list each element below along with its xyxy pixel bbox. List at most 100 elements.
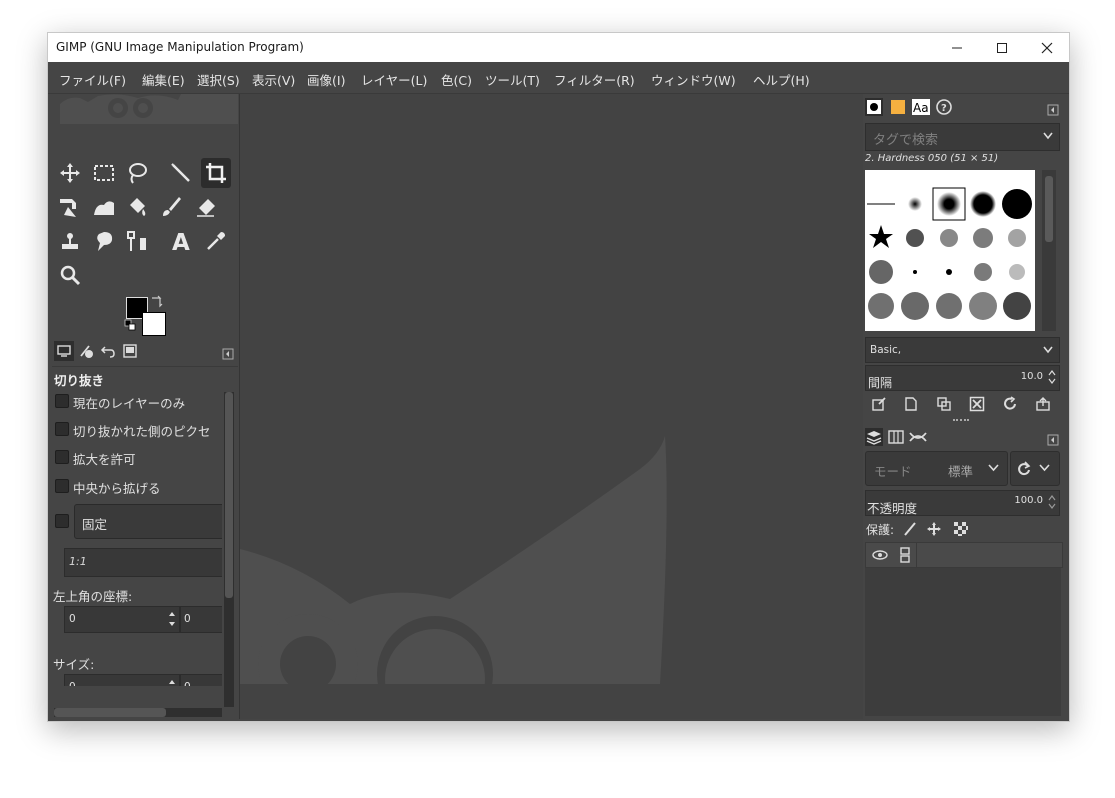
fuzzy-select-tool[interactable] xyxy=(166,158,196,188)
crop-tool[interactable] xyxy=(201,158,231,188)
menu-filters[interactable]: フィルター(R) xyxy=(554,70,635,89)
new-brush-button[interactable] xyxy=(900,393,922,415)
default-colors-icon[interactable] xyxy=(124,319,136,331)
pane-resize-handle[interactable] xyxy=(953,419,969,423)
menu-tools[interactable]: ツール(T) xyxy=(485,70,540,89)
size-width-value: 0 xyxy=(69,681,76,686)
menu-view[interactable]: 表示(V) xyxy=(252,70,295,89)
brush-tab-menu-button[interactable] xyxy=(1047,101,1059,120)
menu-layer[interactable]: レイヤー(L) xyxy=(361,70,427,89)
title-bar[interactable]: GIMP (GNU Image Manipulation Program) xyxy=(48,33,1069,62)
tool-options-vscrollbar[interactable] xyxy=(224,392,234,707)
lasso-tool[interactable] xyxy=(122,158,152,188)
checkbox-allow-grow[interactable] xyxy=(55,450,69,464)
brush-scroll-thumb[interactable] xyxy=(1045,176,1053,242)
swap-colors-icon[interactable] xyxy=(150,294,164,308)
lock-pixels-icon[interactable] xyxy=(902,521,918,537)
position-x-input[interactable]: 0 xyxy=(64,606,180,633)
fixed-mode-dropdown[interactable]: 固定 xyxy=(74,504,222,539)
color-picker-tool[interactable] xyxy=(201,226,231,256)
edit-brush-button[interactable] xyxy=(868,393,890,415)
aspect-ratio-input[interactable]: 1:1 xyxy=(64,548,222,577)
aspect-ratio-value: 1:1 xyxy=(69,555,87,568)
tag-search-input[interactable]: タグで検索 xyxy=(865,123,1060,151)
checkbox-delete-cropped[interactable] xyxy=(55,422,69,436)
menu-edit[interactable]: 編集(E) xyxy=(142,70,185,89)
duplicate-brush-button[interactable] xyxy=(933,393,955,415)
chain-link-icon[interactable] xyxy=(899,547,911,563)
tab-undo-history[interactable] xyxy=(98,341,118,361)
eraser-tool[interactable] xyxy=(191,192,221,222)
spacing-spinner-icon[interactable] xyxy=(1047,367,1057,387)
size-height-input[interactable]: 0 xyxy=(180,674,222,686)
brush-spacing-slider[interactable]: 間隔 10.0 xyxy=(865,365,1060,391)
lock-row: 保護: xyxy=(865,519,1061,539)
refresh-brushes-button[interactable] xyxy=(999,393,1021,415)
checkbox-current-layer-only[interactable] xyxy=(55,394,69,408)
size-width-input[interactable]: 0 xyxy=(64,674,180,686)
tab-channels[interactable] xyxy=(887,428,905,446)
delete-brush-button[interactable] xyxy=(966,393,988,415)
tab-paths[interactable] xyxy=(909,428,927,446)
pattern-tab-icon xyxy=(891,100,905,114)
move-tool[interactable] xyxy=(55,158,85,188)
menu-file[interactable]: ファイル(F) xyxy=(59,70,126,89)
brush-tab-icon xyxy=(867,100,881,114)
position-y-input[interactable]: 0 xyxy=(180,606,222,633)
minimize-button[interactable] xyxy=(934,33,979,62)
brush-grid[interactable] xyxy=(865,170,1035,331)
paintbrush-tool[interactable] xyxy=(156,192,186,222)
vscroll-thumb[interactable] xyxy=(225,392,233,598)
tab-brushes[interactable] xyxy=(865,98,883,116)
tool-options-hscrollbar[interactable] xyxy=(54,708,222,717)
tab-device-status[interactable] xyxy=(76,341,96,361)
close-icon xyxy=(1041,42,1052,53)
layers-tab-menu-button[interactable] xyxy=(1047,431,1059,450)
tab-help[interactable]: ? xyxy=(935,98,953,116)
zoom-tool[interactable] xyxy=(55,260,85,290)
unified-transform-tool[interactable] xyxy=(55,192,85,222)
bucket-fill-tool[interactable] xyxy=(122,192,152,222)
wilber-logo-icon xyxy=(60,94,238,124)
warp-transform-tool[interactable] xyxy=(89,192,119,222)
menu-windows[interactable]: ウィンドウ(W) xyxy=(651,70,736,89)
composite-mode-dropdown[interactable] xyxy=(1010,451,1060,486)
brush-grid-scrollbar[interactable] xyxy=(1042,170,1056,331)
tab-images[interactable] xyxy=(120,341,140,361)
paths-tool[interactable] xyxy=(122,226,152,256)
tab-patterns[interactable] xyxy=(889,98,907,116)
opacity-spinner-icon[interactable] xyxy=(1047,492,1057,512)
text-tool[interactable]: A xyxy=(166,226,196,256)
image-canvas[interactable] xyxy=(239,94,864,719)
maximize-button[interactable] xyxy=(979,33,1024,62)
hscroll-thumb[interactable] xyxy=(54,708,166,717)
menu-image[interactable]: 画像(I) xyxy=(307,70,345,89)
layers-list[interactable] xyxy=(865,542,1063,716)
smudge-tool[interactable] xyxy=(89,226,119,256)
header-divider xyxy=(916,543,917,567)
background-color-swatch[interactable] xyxy=(142,312,166,336)
close-button[interactable] xyxy=(1024,33,1069,62)
lock-position-icon[interactable] xyxy=(926,521,942,537)
lock-alpha-icon[interactable] xyxy=(953,521,969,537)
menu-select[interactable]: 選択(S) xyxy=(197,70,240,89)
configure-tab-button[interactable] xyxy=(222,345,234,364)
layer-opacity-slider[interactable]: 不透明度 100.0 xyxy=(865,490,1060,516)
open-brush-as-image-button[interactable] xyxy=(1032,393,1054,415)
checkbox-fixed[interactable] xyxy=(55,514,69,528)
clone-tool[interactable] xyxy=(55,226,85,256)
move-icon xyxy=(60,163,80,183)
tab-layers[interactable] xyxy=(865,428,883,446)
brush-preset-dropdown[interactable]: Basic, xyxy=(865,337,1060,363)
tab-fonts[interactable]: Aa xyxy=(912,98,930,116)
menu-help[interactable]: ヘルプ(H) xyxy=(753,70,810,89)
rect-select-tool[interactable] xyxy=(89,158,119,188)
layer-mode-dropdown[interactable]: モード 標準 xyxy=(865,451,1008,486)
toolbox-dock: A 切り抜き 現在のレイヤーのみ 切り抜かれた側のピクセ 拡大を許可 中央から拡… xyxy=(52,94,238,719)
size-width-spinner-icon[interactable] xyxy=(167,677,177,686)
tab-tool-options[interactable] xyxy=(54,341,74,361)
eye-icon[interactable] xyxy=(872,548,888,562)
position-x-spinner-icon[interactable] xyxy=(167,609,177,629)
menu-colors[interactable]: 色(C) xyxy=(441,70,472,89)
checkbox-expand-center[interactable] xyxy=(55,479,69,493)
